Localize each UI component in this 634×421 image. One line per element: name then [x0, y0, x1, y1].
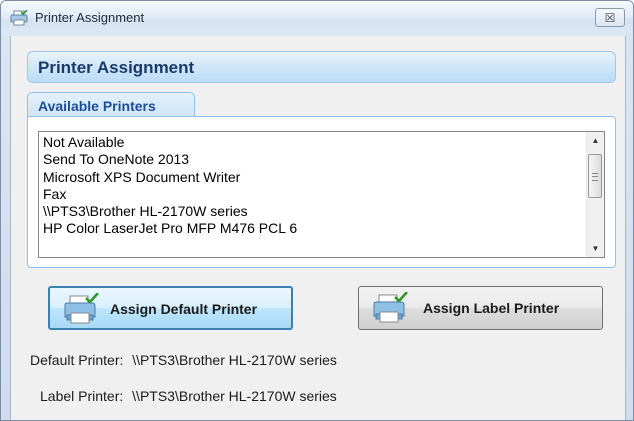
- assign-default-printer-button[interactable]: Assign Default Printer: [48, 286, 293, 330]
- printer-icon: [10, 10, 28, 26]
- printer-assignment-window: Printer Assignment ☒ Printer Assignment …: [0, 0, 634, 421]
- printer-check-icon: [64, 293, 99, 324]
- grip-icon: [592, 173, 598, 181]
- assign-label-printer-label: Assign Label Printer: [423, 300, 560, 316]
- close-icon: ☒: [604, 10, 616, 25]
- available-printers-label: Available Printers: [38, 98, 156, 114]
- list-item[interactable]: Microsoft XPS Document Writer: [43, 169, 584, 186]
- default-printer-row: Default Printer: \\PTS3\Brother HL-2170W…: [30, 352, 342, 368]
- available-printers-group: Not Available Send To OneNote 2013 Micro…: [27, 116, 616, 268]
- scroll-down-icon[interactable]: ▼: [587, 240, 604, 257]
- printer-list[interactable]: Not Available Send To OneNote 2013 Micro…: [38, 131, 605, 258]
- scrollbar-thumb[interactable]: [588, 154, 602, 198]
- assign-label-printer-button[interactable]: Assign Label Printer: [358, 286, 603, 330]
- label-printer-value: \\PTS3\Brother HL-2170W series: [132, 388, 337, 404]
- printer-list-items: Not Available Send To OneNote 2013 Micro…: [43, 134, 584, 238]
- list-item[interactable]: Send To OneNote 2013: [43, 151, 584, 168]
- printer-list-scrollbar[interactable]: ▲ ▼: [586, 132, 604, 257]
- default-printer-value: \\PTS3\Brother HL-2170W series: [132, 352, 337, 368]
- close-button[interactable]: ☒: [595, 8, 625, 27]
- header-bar: Printer Assignment: [27, 51, 616, 83]
- label-printer-row: Label Printer: \\PTS3\Brother HL-2170W s…: [40, 388, 342, 404]
- scroll-up-icon[interactable]: ▲: [587, 132, 604, 149]
- assign-default-printer-label: Assign Default Printer: [110, 301, 258, 317]
- printer-check-icon: [373, 292, 408, 323]
- window-title: Printer Assignment: [35, 10, 145, 25]
- title-bar[interactable]: Printer Assignment ☒: [1, 1, 633, 35]
- label-printer-caption: Label Printer:: [40, 388, 124, 404]
- available-printers-tab: Available Printers: [27, 92, 195, 118]
- page-title: Printer Assignment: [38, 58, 195, 77]
- client-area: Printer Assignment Available Printers No…: [10, 36, 626, 420]
- list-item[interactable]: Not Available: [43, 134, 584, 151]
- list-item[interactable]: Fax: [43, 186, 584, 203]
- list-item[interactable]: \\PTS3\Brother HL-2170W series: [43, 203, 584, 220]
- default-printer-caption: Default Printer:: [30, 352, 124, 368]
- list-item[interactable]: HP Color LaserJet Pro MFP M476 PCL 6: [43, 220, 584, 237]
